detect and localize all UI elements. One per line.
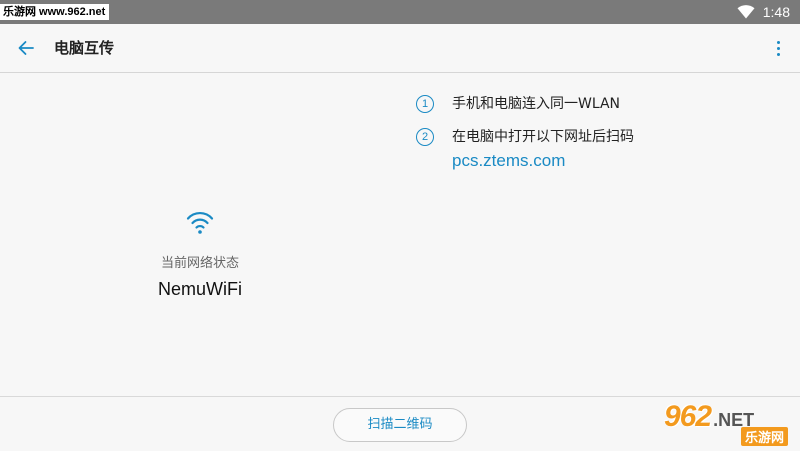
scan-qr-button[interactable]: 扫描二维码 xyxy=(333,408,467,442)
logo-cn: 乐游网 xyxy=(740,427,788,446)
step-number-2: 2 xyxy=(416,128,434,146)
watermark-logo: 962 .NET 乐游网 xyxy=(664,400,794,448)
step-text-1: 手机和电脑连入同一WLAN xyxy=(452,96,621,112)
network-name: NemuWiFi xyxy=(158,279,242,299)
more-options-button[interactable] xyxy=(770,36,786,60)
pc-url-link: pcs.ztems.com xyxy=(452,151,566,170)
status-bar: 乐游网 www.962.net 1:48 xyxy=(0,0,800,24)
step-number-1: 1 xyxy=(416,95,434,113)
wifi-icon xyxy=(186,212,214,234)
wifi-icon xyxy=(737,5,755,19)
page-title: 电脑互传 xyxy=(54,39,115,57)
back-button[interactable] xyxy=(12,34,40,62)
logo-numbers: 962 xyxy=(664,400,712,433)
step-1: 1 手机和电脑连入同一WLAN xyxy=(416,94,634,114)
step-text-2: 在电脑中打开以下网址后扫码 xyxy=(452,129,634,145)
app-bar: 电脑互传 xyxy=(0,24,800,73)
more-vert-icon xyxy=(776,40,780,44)
watermark-text: 乐游网 www.962.net xyxy=(0,4,110,20)
network-status-label: 当前网络状态 xyxy=(160,256,239,271)
network-status-panel: 当前网络状态 NemuWiFi xyxy=(100,208,300,300)
step-2: 2 在电脑中打开以下网址后扫码 pcs.ztems.com xyxy=(416,127,634,174)
status-time: 1:48 xyxy=(762,4,790,20)
arrow-back-icon xyxy=(18,41,34,55)
instructions-list: 1 手机和电脑连入同一WLAN 2 在电脑中打开以下网址后扫码 pcs.ztem… xyxy=(416,94,634,187)
status-icons: 1:48 xyxy=(737,0,790,24)
